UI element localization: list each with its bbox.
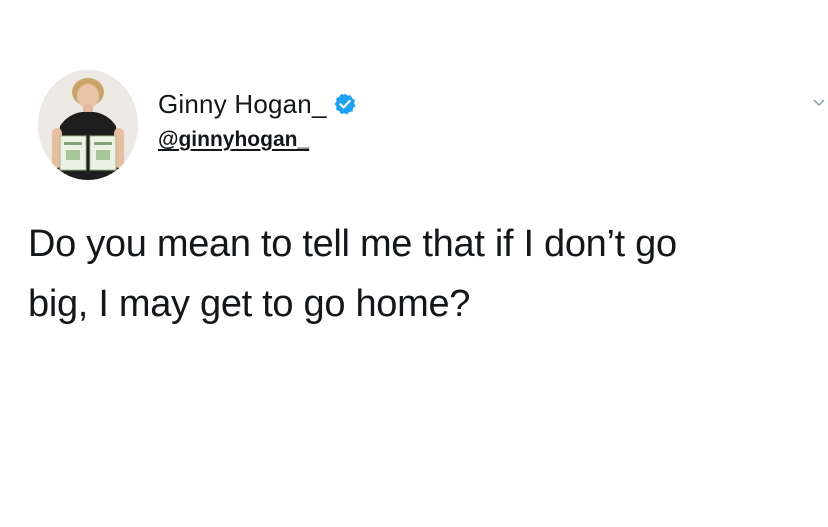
avatar[interactable] [38,70,138,180]
verified-badge-icon [333,92,357,116]
user-info: Ginny Hogan_ @ginnyhogan_ [158,86,357,152]
profile-photo [38,70,138,180]
tweet-text-line-2: big, I may get to go home? [28,283,471,325]
name-row: Ginny Hogan_ [158,86,357,122]
tweet-text-line-1: Do you mean to tell me that if I don’t g… [28,223,677,265]
tweet-text: Do you mean to tell me that if I don’t g… [28,214,818,334]
tweet-card: Ginny Hogan_ @ginnyhogan_ Do you mean to… [0,0,828,527]
chevron-down-icon[interactable] [812,96,826,110]
display-name[interactable]: Ginny Hogan_ [158,89,327,120]
user-handle[interactable]: @ginnyhogan_ [158,128,357,152]
